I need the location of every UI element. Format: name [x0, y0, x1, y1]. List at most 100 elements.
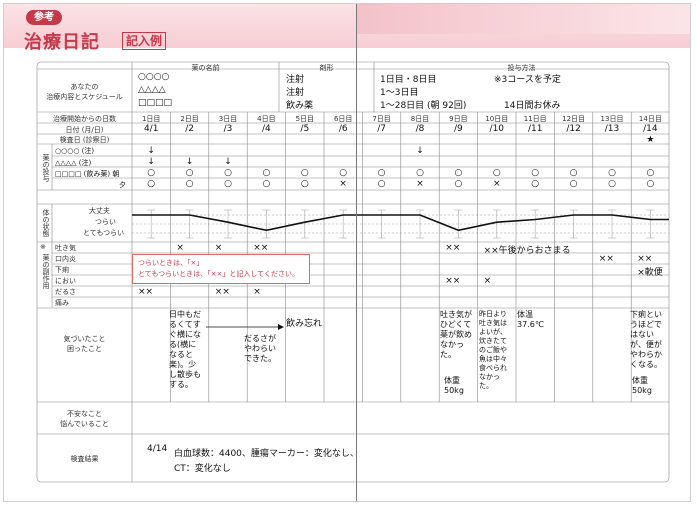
se-row-4: におい [55, 277, 76, 285]
note-day1: 日中もだるくてすぐ横になる(横になると楽)。少し散歩もする。 [169, 310, 201, 389]
dosing-mark: × [493, 179, 501, 189]
plan-sched-3: 1〜28日目 (朝 92回) [380, 101, 467, 111]
day-number: 12日目 [562, 115, 586, 123]
note-day9-weight: 体重 50kg [444, 376, 464, 395]
note-day10: 昨日より吐き気はよいが、炊きたてのご飯や魚は中々食べられなかった。 [479, 310, 507, 390]
dosing-mark: ↓ [147, 157, 155, 167]
dosing-mark: × [339, 179, 347, 189]
plan-sched-note-1: ※3コースを予定 [494, 75, 561, 85]
dosing-mark: ○ [416, 168, 424, 178]
note-day14: 下痢というほどではないが、便がやわらかくなる。 [630, 310, 662, 369]
day-date: 4/1 [143, 124, 159, 134]
diary-page: 参考 治療日記 記入例 薬の名前 剤形 投与方法 あなたの 治療内容とスケジュー… [3, 3, 691, 502]
side-effect-mark: ×× [637, 254, 653, 264]
results-label: 検査結果 [70, 455, 99, 463]
dosing-mark: ○ [492, 168, 501, 178]
day-number: 2日目 [180, 115, 199, 123]
day-date: /7 [377, 124, 386, 134]
dosing-mark: ○ [646, 179, 655, 189]
dosing-row-4: 夕 [119, 181, 126, 189]
book-spine [356, 4, 357, 501]
side-effect-mark: ×× [445, 276, 461, 286]
side-effect-mark: ×× [253, 243, 269, 253]
days-label: 治療開始からの日数 [53, 115, 116, 123]
dosing-row-1: ○○○○ (注) [55, 147, 95, 155]
dosing-section-label: 薬の投与 [42, 154, 50, 182]
dosing-row-2: △△△△ (注) [55, 159, 92, 167]
dosing-mark: ○ [569, 168, 578, 178]
plan-form-2: 注射 [286, 88, 305, 98]
day-date: /6 [338, 124, 348, 134]
side-effect-mark: × [483, 276, 492, 286]
dosing-mark: ↓ [185, 157, 194, 167]
dosing-mark: ○ [339, 168, 348, 178]
dosing-row-3: □□□□ (飲み薬) 朝 [55, 170, 120, 178]
side-effect-mark: ×× [214, 287, 230, 297]
side-effects-section-label: 薬の副作用 [42, 254, 50, 289]
plan-drug-3: □□□□ [138, 98, 173, 108]
results-date: 4/14 [147, 444, 168, 454]
dosing-mark: ○ [300, 179, 309, 189]
condition-section-label: 体の状態 [42, 209, 50, 237]
dosing-mark: × [416, 179, 424, 189]
level-1: 大丈夫 [89, 207, 110, 215]
day-number: 7日目 [372, 115, 391, 123]
dosing-mark: ○ [608, 179, 616, 189]
note-day9: 吐き気がひどくて薬が飲めなかった。 [440, 310, 472, 359]
results-line-1: 白血球数：4400、腫瘍マーカー：変化なし、 [174, 449, 359, 459]
worry-label-1: 不安なこと [67, 410, 102, 418]
day-number: 11日目 [523, 115, 547, 123]
day-date: /10 [489, 124, 505, 134]
dosing-mark: ○ [262, 168, 271, 178]
dosing-mark: ○ [377, 168, 386, 178]
level-3: とてもつらい [83, 229, 125, 237]
dosing-mark: ○ [454, 179, 463, 189]
day-number: 6日目 [333, 115, 353, 123]
worry-label-2: 悩んでいること [60, 420, 109, 428]
plan-drug-1: ○○○○ [138, 72, 170, 82]
day-number: 4日目 [257, 115, 276, 123]
side-effect-mark: × [176, 243, 184, 253]
dosing-mark: ○ [224, 179, 232, 189]
dosing-mark: ○ [569, 179, 578, 189]
side-effect-mark: ×軟便 [637, 268, 663, 278]
day-date: /12 [566, 124, 581, 134]
dosing-mark: ○ [646, 168, 655, 178]
date-label: 日付 (月/日) [65, 126, 104, 134]
arrow-icon [206, 324, 284, 330]
dosing-mark: ○ [224, 168, 232, 178]
noticed-label-2: 困ったこと [67, 345, 102, 353]
day-number: 8日目 [410, 115, 430, 123]
day-date: /9 [454, 124, 463, 134]
dosing-mark: ○ [531, 179, 540, 189]
plan-label-2: 治療内容とスケジュール [46, 93, 123, 101]
callout-line-2: とてもつらいときは、「××」と記入してください。 [138, 270, 299, 278]
star-icon: ★ [646, 135, 655, 145]
dosing-mark: ↓ [416, 146, 424, 156]
day-date: /3 [223, 124, 233, 134]
results-line-2: CT：変化なし [174, 464, 231, 474]
level-2: つらい [95, 218, 116, 226]
day-number: 14日目 [638, 115, 662, 123]
dosing-mark: ○ [147, 179, 156, 189]
day-date: /8 [415, 124, 425, 134]
dosing-mark: ○ [531, 168, 540, 178]
plan-form-3: 飲み薬 [286, 101, 314, 111]
side-effect-mark: ××午後からおさまる [483, 246, 571, 256]
day-date: /13 [604, 124, 620, 134]
se-row-6: 痛み [55, 299, 69, 307]
se-row-2: 口内炎 [55, 255, 76, 263]
side-effects-footnote: ※ [40, 243, 46, 251]
day-date: /4 [262, 124, 271, 134]
day-number: 1日目 [141, 115, 161, 123]
plan-sched-note-2: 14日間お休み [504, 101, 561, 111]
plan-sched-2: 1〜3日目 [380, 88, 419, 98]
day-number: 9日目 [449, 115, 468, 123]
check-label: 検査日 (診察日) [59, 136, 110, 144]
callout-note: つらいときは、「×」 とてもつらいときは、「××」と記入してください。 [132, 254, 310, 284]
day-date: /11 [527, 124, 543, 134]
note-day11: 体温 37.6℃ [517, 310, 544, 329]
day-number: 13日目 [600, 115, 624, 123]
noticed-label-1: 気づいたこと [63, 335, 106, 343]
plan-sched-1: 1日目・8日目 [380, 75, 437, 85]
